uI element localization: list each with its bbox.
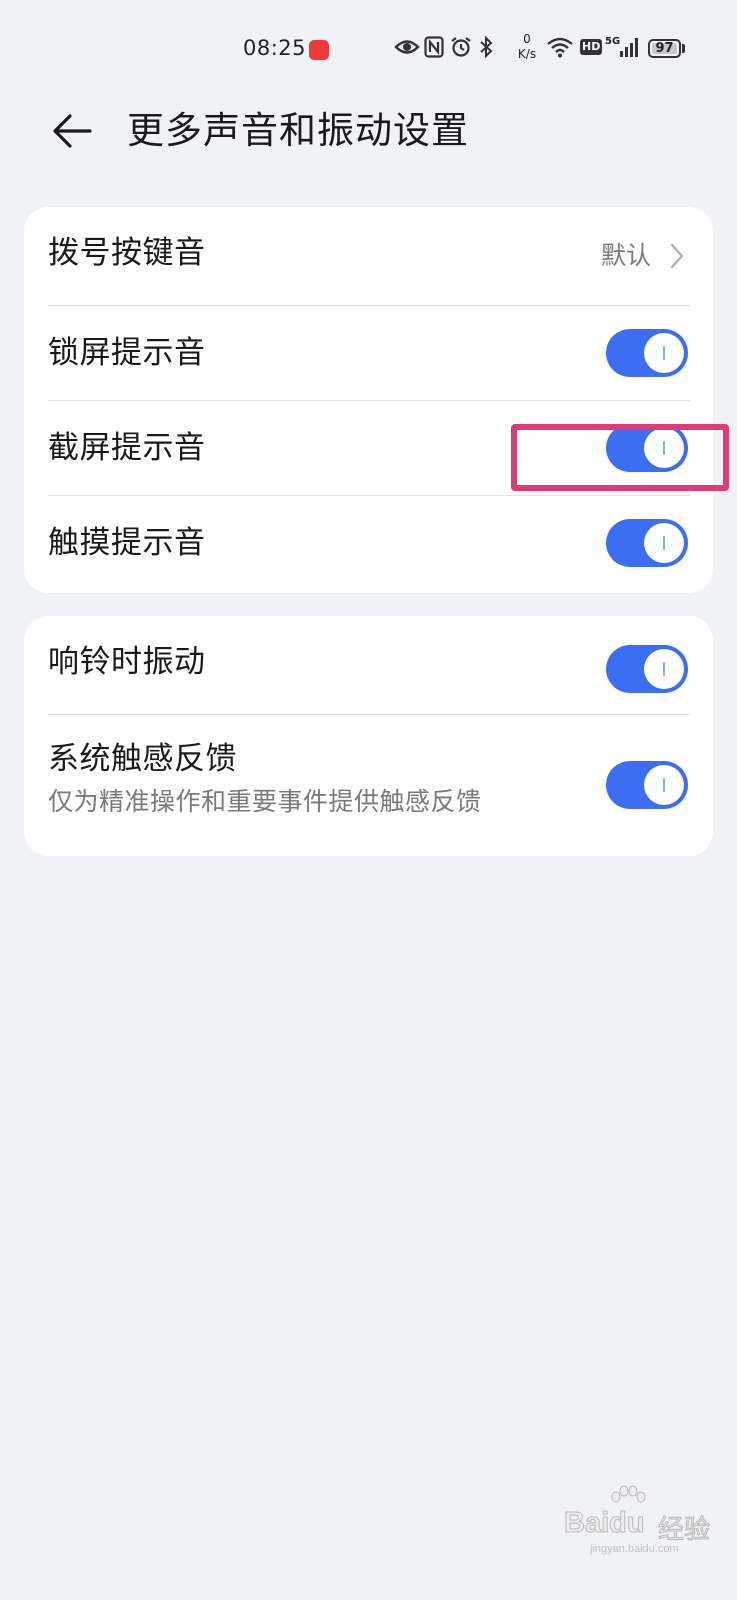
- annotation-highlight-box: [511, 424, 729, 491]
- touch-sound-row: 触摸提示音: [24, 496, 713, 593]
- screenshot-sound-label: 截屏提示音: [48, 430, 206, 466]
- wifi-icon: [547, 37, 573, 58]
- lock-sound-label: 锁屏提示音: [48, 335, 206, 371]
- haptic-feedback-description: 仅为精准操作和重要事件提供触感反馈: [48, 787, 482, 816]
- status-bar: 08:25 0 K/s HD 5G 97: [0, 0, 737, 100]
- baidu-watermark: Baidu 经验 jingyan.baidu.com: [560, 1485, 720, 1560]
- network-type: 5G: [605, 36, 621, 47]
- vibration-settings-card: 响铃时振动 系统触感反馈 仅为精准操作和重要事件提供触感反馈: [24, 616, 713, 856]
- lock-sound-toggle[interactable]: [606, 329, 688, 377]
- status-time: 08:25: [243, 36, 307, 60]
- toggle-knob: [644, 765, 684, 805]
- battery-icon: 97: [648, 39, 681, 58]
- toggle-knob: [644, 649, 684, 689]
- sound-settings-card: 拨号按键音 默认 锁屏提示音 截屏提示音 触摸提示音: [24, 207, 713, 593]
- eye-icon: [394, 40, 420, 54]
- toggle-knob: [644, 333, 684, 373]
- net-speed-value: 0: [523, 32, 531, 46]
- watermark-logo: Baidu: [564, 1507, 646, 1540]
- dial-tone-value: 默认: [600, 241, 651, 270]
- touch-sound-toggle[interactable]: [606, 519, 688, 567]
- haptic-feedback-row: 系统触感反馈 仅为精准操作和重要事件提供触感反馈: [24, 715, 713, 856]
- alarm-icon: [451, 37, 471, 57]
- ring-vibration-row: 响铃时振动: [24, 616, 713, 714]
- bluetooth-icon: [480, 36, 493, 58]
- back-button[interactable]: [44, 103, 100, 159]
- haptic-feedback-label: 系统触感反馈: [48, 741, 237, 777]
- watermark-url: jingyan.baidu.com: [590, 1543, 679, 1555]
- net-speed-unit: K/s: [517, 47, 537, 61]
- haptic-feedback-toggle[interactable]: [606, 761, 688, 809]
- ring-vibration-label: 响铃时振动: [48, 644, 206, 680]
- watermark-text: 经验: [657, 1515, 711, 1546]
- arrow-left-icon: [53, 114, 92, 148]
- toggle-knob: [644, 523, 684, 563]
- ring-vibration-toggle[interactable]: [606, 645, 688, 693]
- dial-tone-row[interactable]: 拨号按键音 默认: [24, 207, 713, 305]
- page-title: 更多声音和振动设置: [127, 109, 469, 152]
- touch-sound-label: 触摸提示音: [48, 525, 206, 561]
- net-speed: 0 K/s: [514, 32, 540, 62]
- app-notification-icon: [309, 40, 329, 60]
- battery-tip: [682, 44, 685, 53]
- lock-sound-row: 锁屏提示音: [24, 306, 713, 400]
- nfc-icon: [424, 36, 444, 58]
- dial-tone-label: 拨号按键音: [48, 235, 206, 271]
- signal-icon: [620, 38, 638, 57]
- hd-badge: HD: [580, 39, 603, 55]
- chevron-right-icon: [670, 243, 684, 269]
- battery-level: 97: [655, 41, 674, 56]
